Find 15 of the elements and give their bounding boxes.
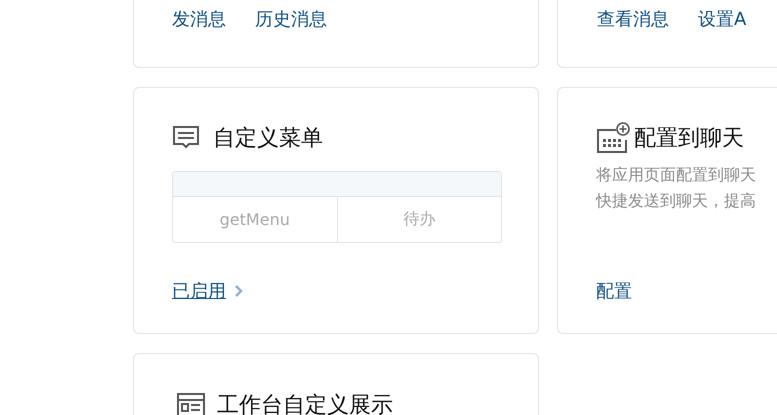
link[interactable]: 发消息 (172, 7, 226, 31)
status-link[interactable]: 已启用 (172, 279, 226, 303)
link[interactable]: 历史消息 (255, 7, 327, 31)
card-title: 自定义菜单 (213, 125, 323, 153)
link[interactable]: 查看消息 (597, 7, 669, 31)
link[interactable]: 设置A (698, 7, 746, 31)
keypad-plus-icon (596, 122, 630, 154)
configure-link[interactable]: 配置 (596, 279, 632, 303)
description-text: 将应用页面配置到聊天 (596, 164, 757, 186)
table-cell: 待办 (336, 197, 501, 242)
id-card-icon (177, 393, 205, 415)
table-cell-text: getMenu (218, 209, 291, 231)
chevron-right-icon[interactable] (234, 284, 243, 298)
menu-list-icon (172, 125, 200, 151)
card-title: 配置到聊天 (634, 125, 744, 153)
